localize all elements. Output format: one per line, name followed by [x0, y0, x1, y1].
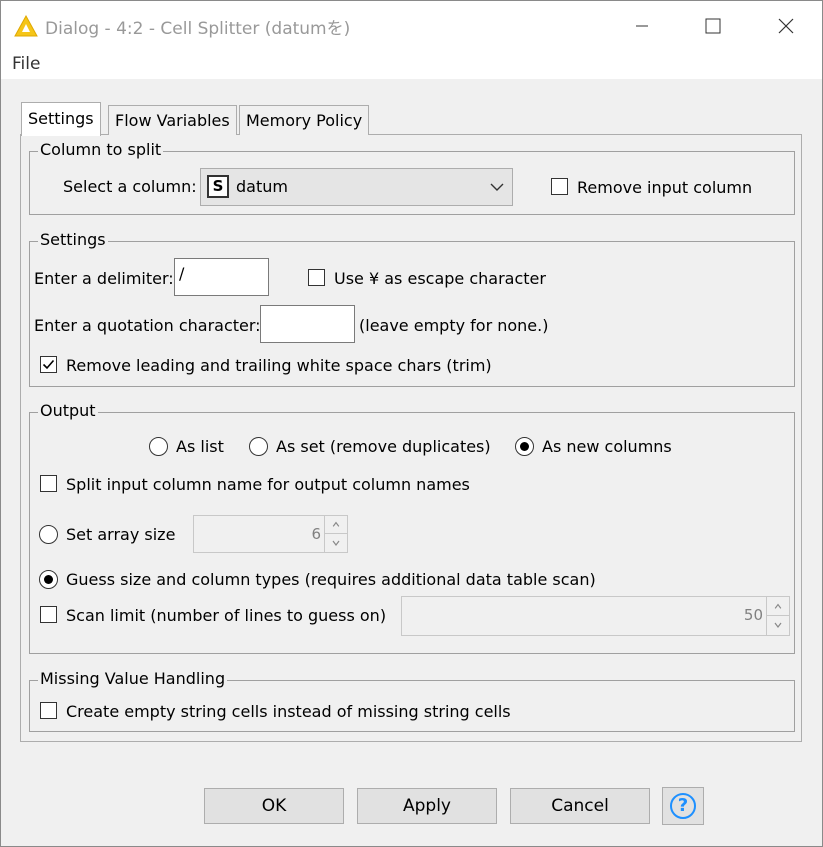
column-select-value: datum — [236, 177, 288, 196]
group-title-settings: Settings — [38, 230, 108, 249]
tab-flow-variables[interactable]: Flow Variables — [108, 105, 237, 135]
scan-limit-spin-buttons — [766, 597, 789, 635]
escape-checkbox[interactable] — [308, 269, 325, 286]
as-new-columns-label: As new columns — [542, 437, 672, 456]
window-title: Dialog - 4:2 - Cell Splitter (datumを) — [45, 19, 351, 39]
chevron-down-icon — [490, 183, 504, 191]
array-size-spin-buttons — [324, 516, 347, 552]
trim-checkbox[interactable] — [40, 356, 57, 373]
string-type-icon: S — [207, 175, 229, 198]
delimiter-label: Enter a delimiter: — [34, 269, 174, 288]
scan-limit-label: Scan limit (number of lines to guess on) — [66, 606, 387, 625]
column-select[interactable]: S datum — [200, 168, 513, 206]
spin-down-icon[interactable] — [325, 534, 347, 552]
scan-limit-spinner[interactable]: 50 — [401, 596, 790, 636]
split-names-label: Split input column name for output colum… — [66, 475, 470, 494]
quotation-hint: (leave empty for none.) — [359, 316, 549, 335]
radio-selected-dot — [520, 442, 529, 451]
split-names-checkbox[interactable] — [40, 475, 57, 492]
group-title-column: Column to split — [38, 140, 164, 159]
escape-label: Use ¥ as escape character — [334, 269, 546, 288]
remove-input-column-checkbox[interactable] — [551, 178, 568, 195]
guess-size-radio[interactable] — [39, 570, 58, 589]
knime-warning-icon — [14, 15, 38, 37]
remove-input-column-label: Remove input column — [577, 178, 753, 197]
checkmark-icon — [42, 359, 55, 370]
ok-button[interactable]: OK — [204, 788, 344, 824]
scan-limit-value: 50 — [743, 606, 763, 624]
as-set-radio[interactable] — [249, 437, 268, 456]
minimize-icon[interactable] — [627, 11, 657, 41]
quotation-label: Enter a quotation character: — [34, 316, 261, 335]
scan-limit-checkbox[interactable] — [40, 606, 57, 623]
spin-up-icon[interactable] — [325, 516, 347, 534]
help-button[interactable]: ? — [662, 787, 704, 825]
set-array-size-radio[interactable] — [39, 525, 58, 544]
tab-settings[interactable]: Settings — [21, 102, 101, 136]
select-column-label: Select a column: — [63, 177, 197, 196]
close-icon[interactable] — [771, 11, 801, 41]
guess-size-label: Guess size and column types (requires ad… — [66, 570, 596, 589]
maximize-icon[interactable] — [698, 11, 728, 41]
array-size-spinner[interactable]: 6 — [193, 515, 348, 553]
title-bar: Dialog - 4:2 - Cell Splitter (datumを) — [1, 1, 822, 51]
spin-up-icon[interactable] — [767, 597, 789, 616]
radio-selected-dot — [44, 575, 53, 584]
delimiter-input[interactable]: / — [174, 258, 269, 296]
as-new-columns-radio[interactable] — [515, 437, 534, 456]
group-title-output: Output — [38, 401, 98, 420]
empty-string-checkbox[interactable] — [40, 702, 57, 719]
empty-string-label: Create empty string cells instead of mis… — [66, 702, 511, 721]
apply-button[interactable]: Apply — [357, 788, 497, 824]
as-list-label: As list — [176, 437, 224, 456]
quotation-input[interactable] — [260, 305, 355, 343]
cancel-button[interactable]: Cancel — [510, 788, 650, 824]
spin-down-icon[interactable] — [767, 616, 789, 635]
trim-label: Remove leading and trailing white space … — [66, 356, 492, 375]
help-icon: ? — [670, 793, 696, 819]
array-size-value: 6 — [311, 525, 321, 543]
tab-memory-policy[interactable]: Memory Policy — [239, 105, 370, 135]
set-array-size-label: Set array size — [66, 525, 176, 544]
menu-file[interactable]: File — [12, 54, 40, 74]
as-list-radio[interactable] — [149, 437, 168, 456]
menu-bar: File — [1, 51, 822, 79]
dialog-window: Dialog - 4:2 - Cell Splitter (datumを) Fi… — [0, 0, 823, 847]
group-title-missing: Missing Value Handling — [38, 669, 228, 688]
as-set-label: As set (remove duplicates) — [276, 437, 491, 456]
